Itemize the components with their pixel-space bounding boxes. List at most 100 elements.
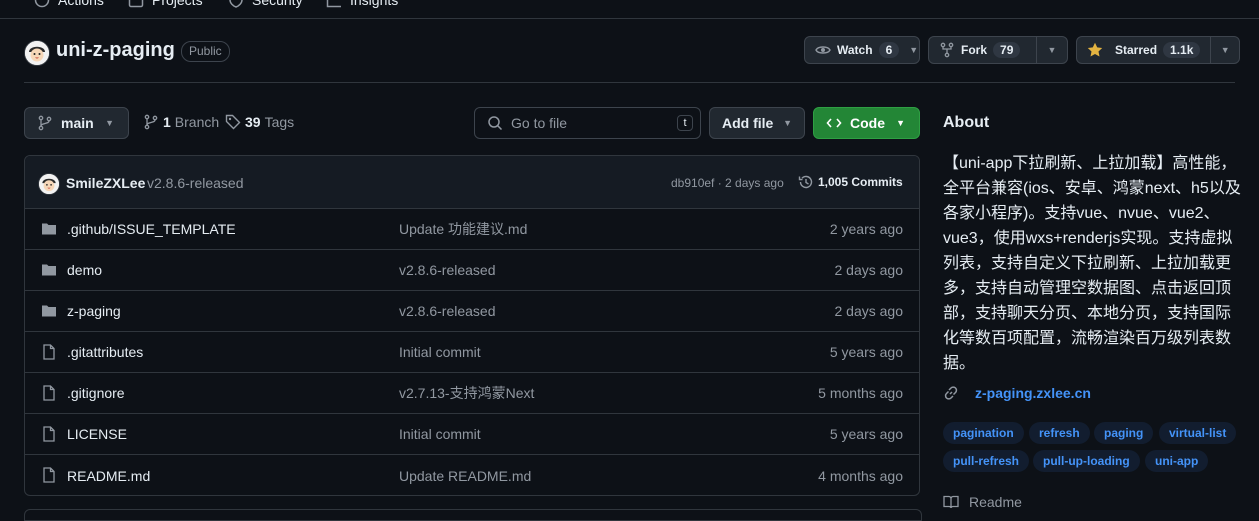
tag-icon bbox=[225, 114, 241, 130]
file-name[interactable]: README.md bbox=[67, 468, 150, 484]
file-row[interactable]: .gitattributes Initial commit 5 years ago bbox=[25, 332, 919, 373]
star-icon bbox=[1087, 42, 1103, 57]
file-commit-message[interactable]: Initial commit bbox=[399, 426, 481, 442]
projects-icon bbox=[128, 0, 144, 8]
nav-actions[interactable]: Actions bbox=[34, 0, 104, 9]
file-icon bbox=[43, 467, 55, 483]
file-commit-message[interactable]: Update README.md bbox=[399, 468, 531, 484]
watch-caret-icon: ▼ bbox=[909, 45, 919, 55]
topic-tag[interactable]: uni-app bbox=[1145, 450, 1209, 472]
file-icon bbox=[43, 344, 55, 360]
file-commit-message[interactable]: v2.8.6-released bbox=[399, 303, 496, 319]
file-name[interactable]: .github/ISSUE_TEMPLATE bbox=[67, 221, 236, 237]
avatar-image bbox=[25, 41, 49, 65]
topic-tag[interactable]: refresh bbox=[1029, 422, 1090, 444]
homepage-link[interactable]: z-paging.zxlee.cn bbox=[943, 385, 1091, 401]
readme-link[interactable]: Readme bbox=[943, 494, 1022, 510]
commits-count: 1,005 Commits bbox=[818, 175, 903, 189]
latest-commit-bar: SmileZXLee v2.8.6-released db910ef · 2 d… bbox=[25, 156, 919, 209]
readme-panel-edge bbox=[24, 509, 922, 521]
fork-button[interactable]: Fork 79 bbox=[929, 37, 1030, 63]
file-row[interactable]: z-paging v2.8.6-released 2 days ago bbox=[25, 291, 919, 332]
search-input[interactable]: Go to file bbox=[511, 115, 567, 131]
file-name[interactable]: LICENSE bbox=[67, 426, 127, 442]
file-row[interactable]: .github/ISSUE_TEMPLATE Update 功能建议.md 2 ye… bbox=[25, 209, 919, 250]
fork-count: 79 bbox=[993, 42, 1021, 58]
star-button[interactable]: Starred 1.1k bbox=[1077, 37, 1210, 63]
repo-nav: Actions Projects Security Insights bbox=[0, 0, 1259, 19]
tags-label: Tags bbox=[264, 114, 295, 130]
git-branch-icon bbox=[38, 115, 52, 131]
code-label: Code bbox=[850, 115, 885, 131]
file-row[interactable]: README.md Update README.md 4 months ago bbox=[25, 455, 919, 495]
commit-hash-time[interactable]: db910ef · 2 days ago bbox=[671, 176, 784, 190]
shield-icon bbox=[229, 0, 243, 8]
folder-icon bbox=[42, 264, 56, 276]
topic-tag[interactable]: pull-refresh bbox=[943, 450, 1030, 472]
chevron-down-icon: ▼ bbox=[896, 118, 905, 128]
add-file-button[interactable]: Add file ▼ bbox=[709, 107, 805, 139]
fork-label: Fork bbox=[961, 43, 988, 57]
avatar-image bbox=[39, 174, 59, 194]
commits-link[interactable]: 1,005 Commits bbox=[798, 174, 903, 190]
watch-button[interactable]: Watch 6 ▼ bbox=[804, 36, 920, 64]
graph-icon bbox=[326, 0, 341, 8]
repo-name[interactable]: uni-z-paging bbox=[56, 39, 175, 62]
folder-icon bbox=[42, 305, 56, 317]
book-icon bbox=[943, 495, 959, 509]
file-age: 2 days ago bbox=[834, 303, 904, 319]
topic-tag[interactable]: paging bbox=[1094, 422, 1154, 444]
go-to-file-search[interactable]: Go to file t bbox=[474, 107, 701, 139]
file-commit-message[interactable]: v2.7.13-支持鸿蒙Next bbox=[399, 383, 534, 403]
star-button-group[interactable]: Starred 1.1k ▼ bbox=[1076, 36, 1240, 64]
topic-tag[interactable]: pagination bbox=[943, 422, 1024, 444]
nav-security[interactable]: Security bbox=[228, 0, 303, 9]
search-shortcut-key: t bbox=[677, 115, 693, 131]
file-name[interactable]: .gitattributes bbox=[67, 344, 143, 360]
fork-button-group[interactable]: Fork 79 ▼ bbox=[928, 36, 1068, 64]
star-dropdown[interactable]: ▼ bbox=[1211, 37, 1239, 63]
visibility-badge: Public bbox=[181, 41, 230, 62]
about-description: 【uni-app下拉刷新、上拉加载】高性能，全平台兼容(ios、安卓、鸿蒙nex… bbox=[943, 155, 1241, 372]
tags-link[interactable]: 39 Tags bbox=[225, 114, 294, 130]
file-age: 2 years ago bbox=[829, 221, 903, 237]
file-name[interactable]: .gitignore bbox=[67, 385, 125, 401]
commit-author-avatar[interactable] bbox=[38, 173, 60, 195]
file-row[interactable]: LICENSE Initial commit 5 years ago bbox=[25, 414, 919, 455]
header-divider bbox=[24, 82, 1235, 83]
file-commit-message[interactable]: Initial commit bbox=[399, 344, 481, 360]
nav-projects[interactable]: Projects bbox=[128, 0, 203, 9]
file-age: 2 days ago bbox=[834, 262, 904, 278]
readme-label: Readme bbox=[969, 494, 1022, 510]
fork-icon bbox=[940, 42, 954, 58]
file-icon bbox=[43, 385, 55, 401]
nav-insights[interactable]: Insights bbox=[326, 0, 398, 9]
file-name[interactable]: demo bbox=[67, 262, 102, 278]
watch-label: Watch bbox=[837, 43, 873, 57]
nav-projects-label: Projects bbox=[152, 0, 203, 8]
file-age: 5 years ago bbox=[829, 344, 903, 360]
owner-avatar[interactable] bbox=[24, 40, 50, 66]
nav-security-label: Security bbox=[252, 0, 303, 8]
code-icon bbox=[826, 118, 842, 128]
topic-tag[interactable]: pull-up-loading bbox=[1033, 450, 1140, 472]
nav-insights-label: Insights bbox=[350, 0, 399, 8]
commit-message[interactable]: v2.8.6-released bbox=[147, 175, 244, 191]
add-file-label: Add file bbox=[722, 115, 774, 131]
fork-dropdown[interactable]: ▼ bbox=[1037, 37, 1067, 63]
file-name[interactable]: z-paging bbox=[67, 303, 121, 319]
commit-author[interactable]: SmileZXLee bbox=[66, 175, 145, 191]
actions-icon bbox=[34, 0, 50, 8]
file-commit-message[interactable]: Update 功能建议.md bbox=[399, 219, 527, 239]
file-row[interactable]: .gitignore v2.7.13-支持鸿蒙Next 5 months ago bbox=[25, 373, 919, 414]
file-age: 5 months ago bbox=[818, 385, 903, 401]
folder-icon bbox=[42, 223, 56, 235]
topic-tag[interactable]: virtual-list bbox=[1159, 422, 1237, 444]
branches-link[interactable]: 1 Branch bbox=[143, 114, 219, 130]
file-commit-message[interactable]: v2.8.6-released bbox=[399, 262, 496, 278]
chevron-down-icon: ▼ bbox=[105, 118, 114, 128]
code-button[interactable]: Code ▼ bbox=[813, 107, 920, 139]
branches-label: Branch bbox=[174, 114, 220, 130]
file-row[interactable]: demo v2.8.6-released 2 days ago bbox=[25, 250, 919, 291]
branch-selector[interactable]: main ▼ bbox=[24, 107, 129, 139]
